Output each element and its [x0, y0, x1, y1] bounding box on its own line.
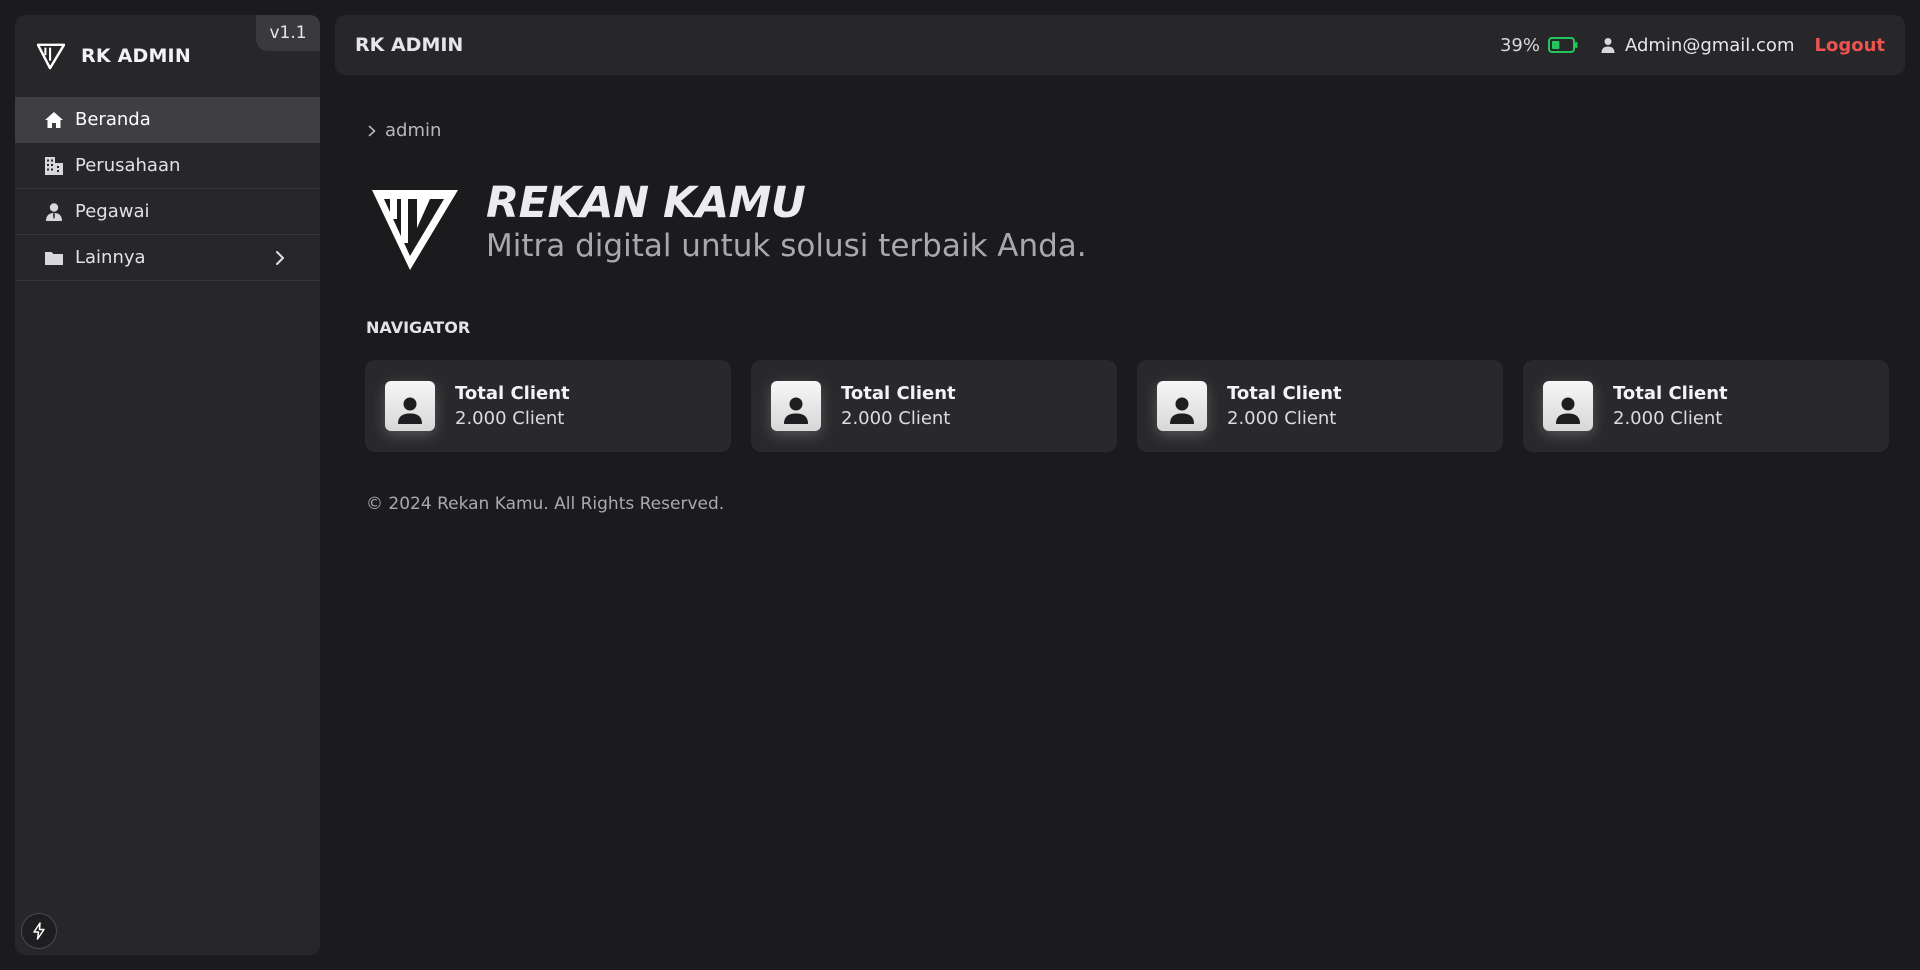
- user-icon: [1556, 397, 1580, 424]
- stat-card[interactable]: Total Client 2.000 Client: [1137, 360, 1503, 452]
- stat-card-text: Total Client 2.000 Client: [1227, 383, 1342, 429]
- client-avatar: [1157, 381, 1207, 431]
- user-icon: [1601, 38, 1615, 53]
- client-avatar: [385, 381, 435, 431]
- user-icon: [784, 397, 808, 424]
- stat-card-value: 2.000 Client: [1227, 408, 1337, 429]
- sidebar-menu: Beranda Perusahaan Pegawai Lainnya: [15, 97, 320, 281]
- bolt-button[interactable]: [21, 913, 57, 949]
- hero: REKAN KAMU Mitra digital untuk solusi te…: [370, 180, 1087, 272]
- sidebar-item-beranda[interactable]: Beranda: [15, 97, 320, 143]
- chevron-right-icon: [276, 251, 284, 265]
- sidebar-brand[interactable]: RK ADMIN v1.1: [15, 15, 320, 97]
- sidebar-brand-title: RK ADMIN: [81, 45, 191, 67]
- home-icon: [44, 110, 64, 130]
- navigator-title: NAVIGATOR: [366, 318, 471, 337]
- battery-percent: 39%: [1499, 34, 1540, 56]
- sidebar: RK ADMIN v1.1 Beranda Perusahaan Pegawai…: [15, 15, 320, 955]
- stat-card-value: 2.000 Client: [1613, 408, 1723, 429]
- sidebar-item-label: Perusahaan: [75, 155, 181, 176]
- stat-card-title: Total Client: [841, 383, 956, 404]
- folder-icon: [44, 248, 64, 268]
- stat-card[interactable]: Total Client 2.000 Client: [751, 360, 1117, 452]
- topbar-right: 39% Admin@gmail.com Logout: [1500, 35, 1885, 56]
- employee-icon: [44, 202, 64, 222]
- breadcrumb: admin: [366, 120, 441, 141]
- user-icon: [398, 397, 422, 424]
- breadcrumb-item[interactable]: admin: [385, 120, 441, 141]
- stat-card-value: 2.000 Client: [455, 408, 565, 429]
- client-avatar: [1543, 381, 1593, 431]
- stat-card-title: Total Client: [455, 383, 570, 404]
- stat-card-text: Total Client 2.000 Client: [841, 383, 956, 429]
- stat-card[interactable]: Total Client 2.000 Client: [1523, 360, 1889, 452]
- stat-card-text: Total Client 2.000 Client: [1613, 383, 1728, 429]
- stat-card-text: Total Client 2.000 Client: [455, 383, 570, 429]
- navigator-cards: Total Client 2.000 Client Total Client 2…: [365, 360, 1889, 452]
- chevron-right-icon: [368, 125, 376, 136]
- stat-card[interactable]: Total Client 2.000 Client: [365, 360, 731, 452]
- battery-icon: [1547, 37, 1578, 53]
- brand-logo-icon: [37, 43, 65, 70]
- stat-card-title: Total Client: [1227, 383, 1342, 404]
- bolt-icon: [33, 922, 45, 940]
- logout-button[interactable]: Logout: [1814, 35, 1885, 56]
- footer-copyright: © 2024 Rekan Kamu. All Rights Reserved.: [366, 494, 725, 514]
- client-avatar: [771, 381, 821, 431]
- user-email: Admin@gmail.com: [1624, 34, 1795, 56]
- hero-heading: REKAN KAMU: [486, 178, 806, 228]
- stat-card-value: 2.000 Client: [841, 408, 951, 429]
- topbar: RK ADMIN 39% Admin@gmail.com Logout: [335, 15, 1905, 75]
- sidebar-item-pegawai[interactable]: Pegawai: [15, 189, 320, 235]
- stat-card-title: Total Client: [1613, 383, 1728, 404]
- sidebar-item-label: Pegawai: [75, 201, 150, 222]
- sidebar-item-perusahaan[interactable]: Perusahaan: [15, 143, 320, 189]
- version-badge: v1.1: [256, 15, 320, 51]
- sidebar-item-label: Lainnya: [75, 247, 146, 268]
- hero-tagline: Mitra digital untuk solusi terbaik Anda.: [486, 228, 1087, 264]
- app-title: RK ADMIN: [355, 34, 464, 56]
- user-icon: [1170, 397, 1194, 424]
- brand-logo-icon: [372, 190, 458, 270]
- sidebar-item-lainnya[interactable]: Lainnya: [15, 235, 320, 281]
- sidebar-item-label: Beranda: [75, 109, 151, 130]
- building-icon: [44, 156, 64, 176]
- hero-text: REKAN KAMU Mitra digital untuk solusi te…: [486, 180, 1087, 272]
